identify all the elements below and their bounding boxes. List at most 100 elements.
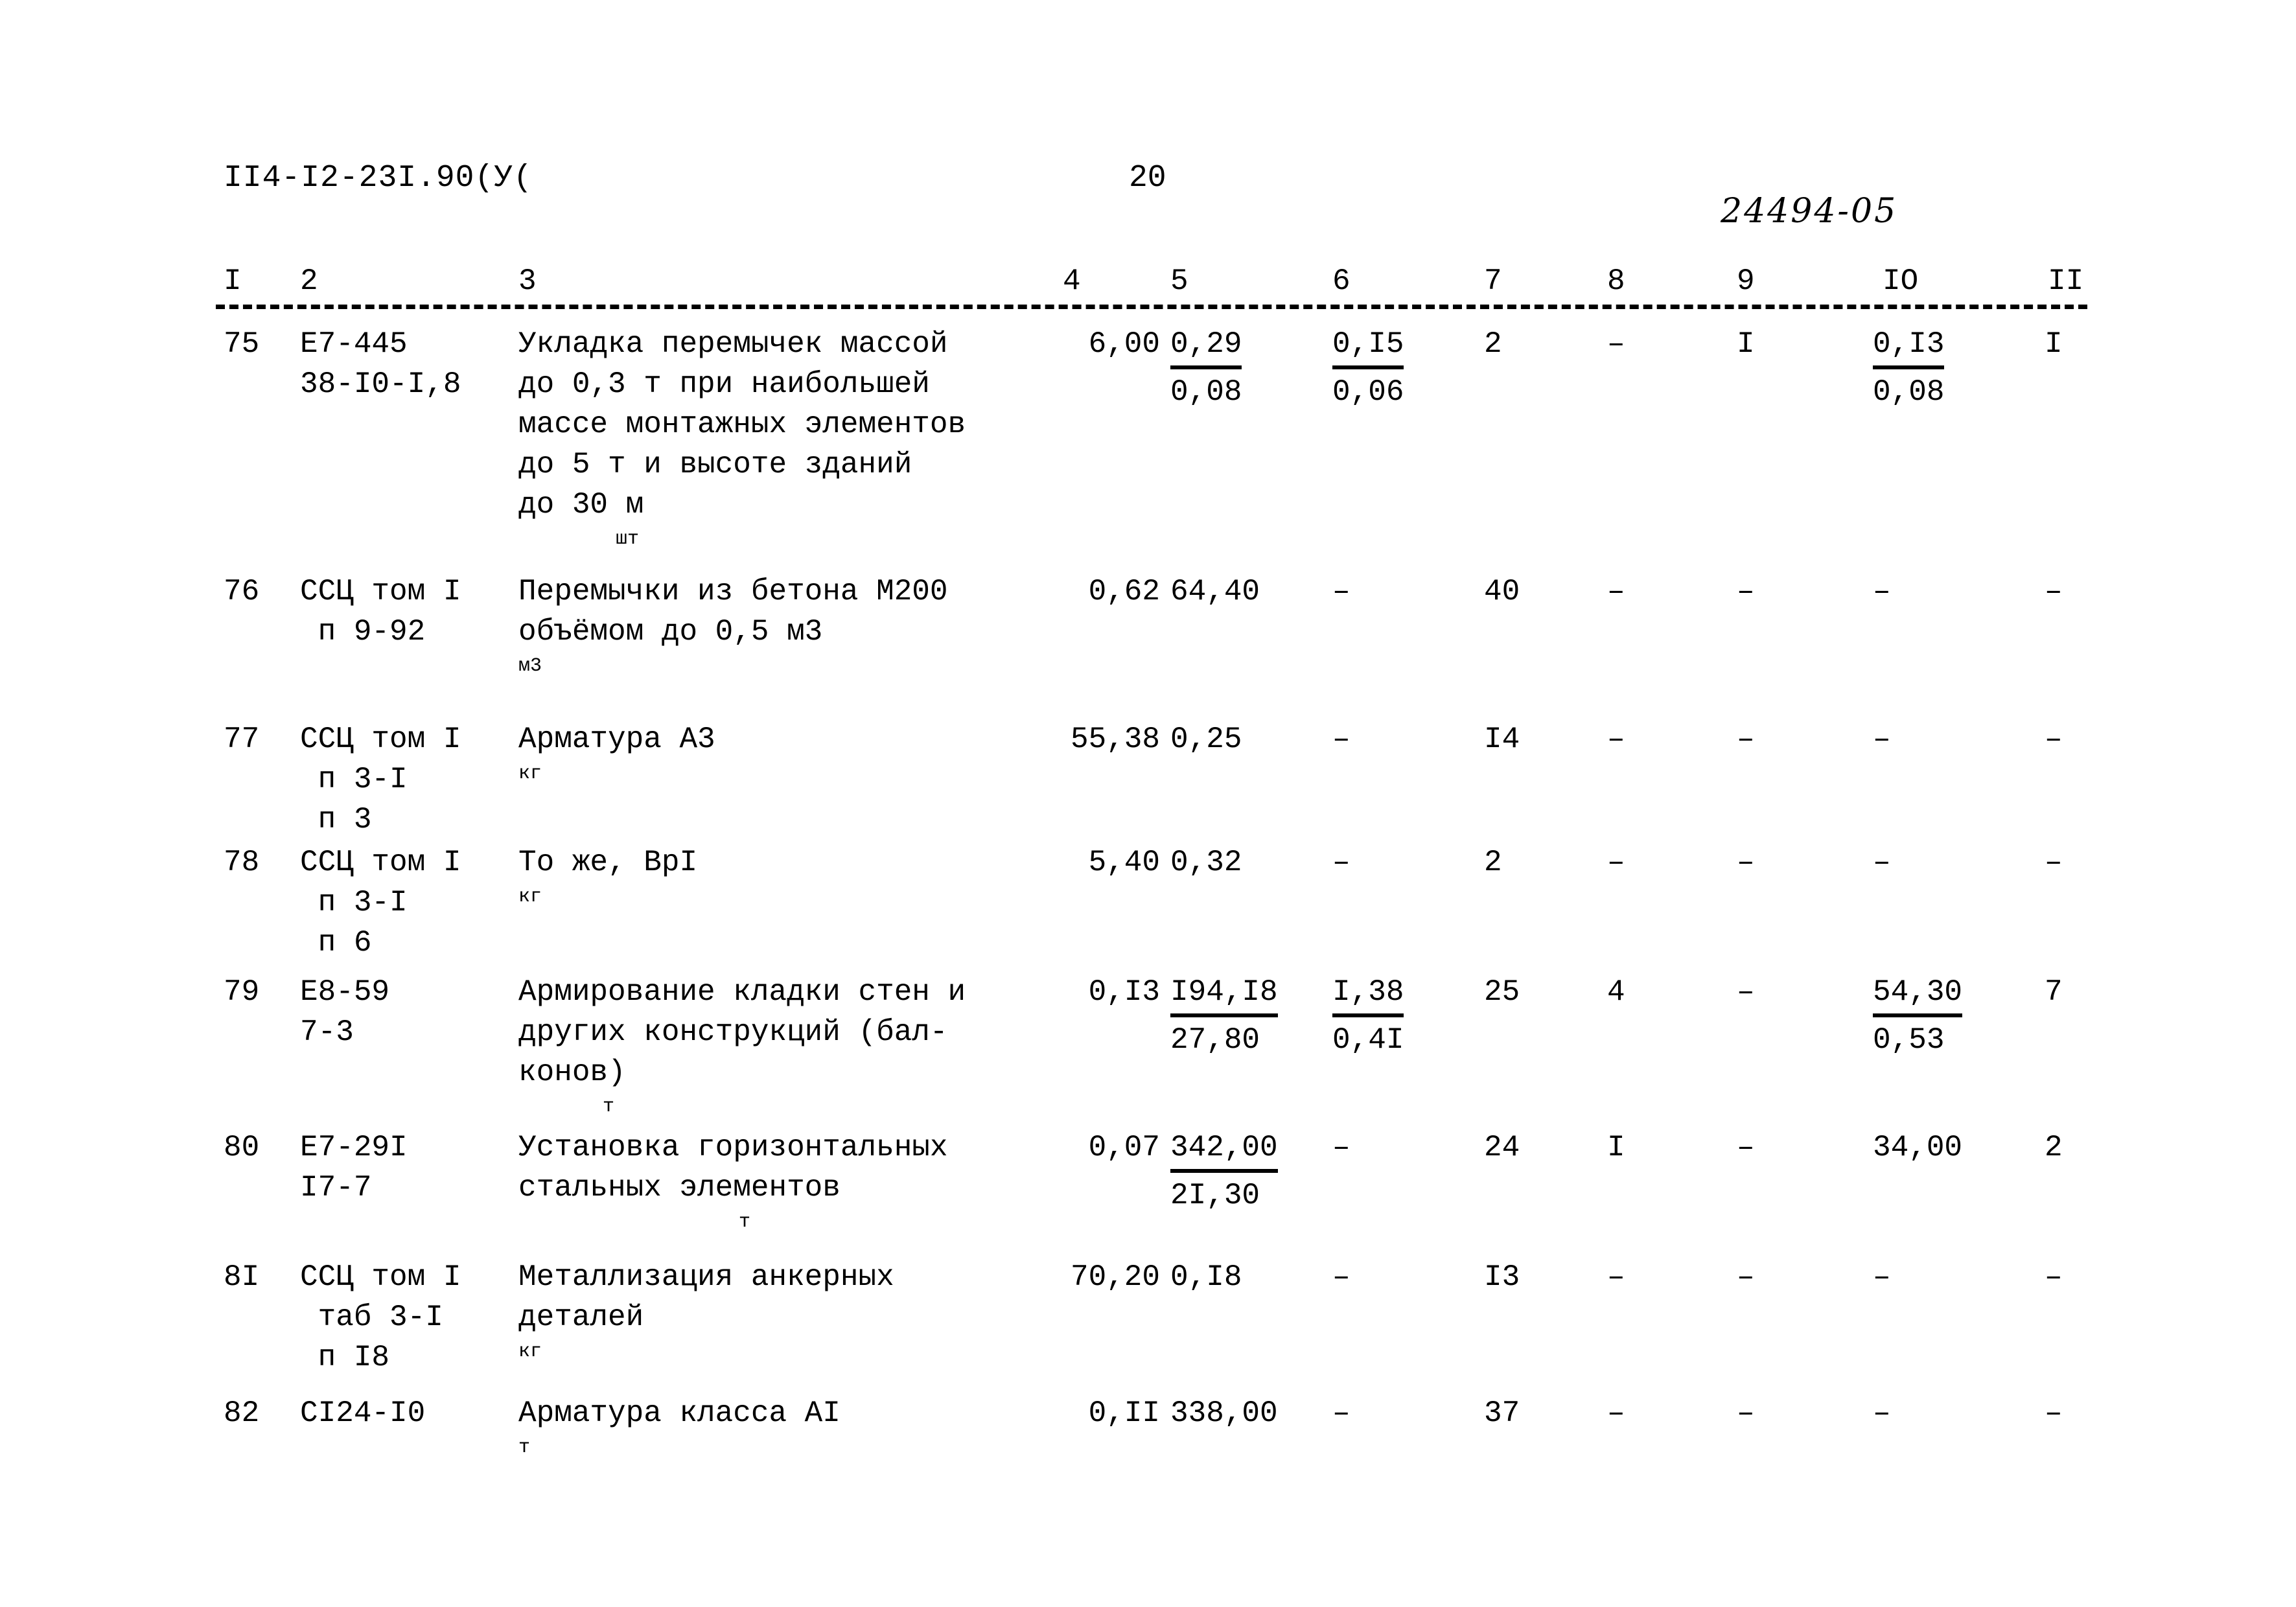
table-row: 77 ССЦ том I п 3-I п 3 Арматура А3 кг 55,38 0… [0,719,2296,837]
row-col4-value: 0,07 [1088,1131,1160,1164]
row-col9-value: – [1737,1396,1755,1430]
column-header-5: 5 [1170,264,1189,298]
row-col11-value: – [2045,1396,2063,1430]
row-number: 76 [224,575,260,608]
row-col8-value: 4 [1607,975,1625,1009]
row-unit: шт [616,528,640,550]
row-col10-value: – [1873,575,1891,608]
column-header-8: 8 [1607,264,1625,298]
row-col7-value: I3 [1484,1260,1520,1294]
column-header-7: 7 [1484,264,1502,298]
row-number: 80 [224,1131,260,1164]
row-number: 77 [224,723,260,756]
row-col4-value: 70,20 [1070,1260,1160,1294]
row-col6-value: – [1332,846,1351,879]
row-unit: м3 [518,655,542,677]
row-unit: кг [518,1341,542,1363]
row-col9-value: – [1737,723,1755,756]
row-description: Арматура А3 [518,723,715,756]
row-col9-value: – [1737,575,1755,608]
row-col6-value: – [1332,723,1351,756]
column-header-6: 6 [1332,264,1351,298]
row-code-reference: ССЦ том I таб 3-I п I8 [300,1260,461,1374]
row-col5-value: 0,32 [1170,846,1242,879]
row-col6-value: – [1332,575,1351,608]
row-col7-value: 2 [1484,327,1502,361]
row-code-reference: ССЦ том I п 9-92 [300,575,461,649]
row-code-reference: СI24-I0 [300,1396,426,1430]
row-col5-value: 342,00 2I,30 [1170,1127,1300,1216]
row-col9-value: – [1737,1260,1755,1294]
document-code: II4-I2-23I.90(У( [224,161,533,196]
row-col7-value: 37 [1484,1396,1520,1430]
row-col5-value: 64,40 [1170,575,1260,608]
table-row: 79 Е8-59 7-3 Армирование кладки стен и дру… [0,972,2296,1118]
row-col5-value: 0,25 [1170,723,1242,756]
row-number: 82 [224,1396,260,1430]
column-header-3: 3 [518,264,537,298]
row-col11-value: 7 [2045,975,2063,1009]
row-col8-value: – [1607,846,1625,879]
archive-code: 24494-05 [1721,192,1898,231]
row-description: То же, ВрI [518,846,698,879]
row-col9-value: – [1737,975,1755,1009]
row-description: Укладка перемычек массой до 0,3 т при на… [518,327,966,522]
row-col11-value: – [2045,1260,2063,1294]
column-header-11: II [2048,264,2084,298]
row-col8-value: – [1607,1396,1625,1430]
row-col6-value: – [1332,1260,1351,1294]
row-col10-value: – [1873,1396,1891,1430]
table-row: 8I ССЦ том I таб 3-I п I8 Металлизация анк… [0,1257,2296,1374]
row-col8-value: I [1607,1131,1625,1164]
row-col5-value: 0,29 0,08 [1170,324,1300,412]
row-col6-value: 0,I5 0,06 [1332,324,1449,412]
row-col9-value: – [1737,1131,1755,1164]
row-col7-value: I4 [1484,723,1520,756]
column-header-4: 4 [1063,264,1081,298]
row-code-reference: Е7-29I I7-7 [300,1131,408,1205]
row-col5-value: 0,I8 [1170,1260,1242,1294]
row-description: Установка горизонтальных стальных элемен… [518,1131,948,1205]
row-description: Перемычки из бетона М200 объёмом до 0,5 … [518,575,948,649]
row-col4-value: 6,00 [1088,327,1160,361]
row-col8-value: – [1607,327,1625,361]
row-number: 75 [224,327,260,361]
row-col8-value: – [1607,723,1625,756]
row-number: 79 [224,975,260,1009]
table-row: 78 ССЦ том I п 3-I п 6 То же, ВрI кг 5,40 0,3… [0,842,2296,960]
row-code-reference: ССЦ том I п 3-I п 6 [300,846,461,960]
row-col4-value: 0,62 [1088,575,1160,608]
row-col9-value: – [1737,846,1755,879]
row-col7-value: 24 [1484,1131,1520,1164]
page-number: 20 [1129,161,1166,196]
page-header: II4-I2-23I.90(У( 20 24494-05 [0,161,2296,231]
row-description: Металлизация анкерных деталей [518,1260,894,1334]
header-separator-rule [216,305,2087,309]
row-col5-value: I94,I8 27,80 [1170,972,1300,1060]
row-col7-value: 2 [1484,846,1502,879]
row-description: Армирование кладки стен и других констру… [518,975,966,1089]
document-page: II4-I2-23I.90(У( 20 24494-05 I 2 3 4 5 6 7 8 9 IO… [0,0,2296,1607]
row-col10-value: – [1873,1260,1891,1294]
column-header-2: 2 [300,264,318,298]
row-col10-value: 34,00 [1873,1131,1963,1164]
row-col6-value: – [1332,1396,1351,1430]
table-row: 82 СI24-I0 Арматура класса АI т 0,II 338,00 – 3… [0,1393,2296,1459]
row-code-reference: Е8-59 7-3 [300,975,390,1049]
column-header-10: IO [1883,264,1919,298]
row-code-reference: ССЦ том I п 3-I п 3 [300,723,461,837]
row-unit: кг [518,886,542,908]
row-unit: т [518,1437,531,1459]
row-code-reference: Е7-445 38-I0-I,8 [300,327,461,401]
table-row: 80 Е7-29I I7-7 Установка горизонтальных ст… [0,1127,2296,1233]
row-col4-value: 0,I3 [1088,975,1160,1009]
row-col4-value: 0,II [1088,1396,1160,1430]
row-col10-value: 54,30 0,53 [1873,972,2002,1060]
row-unit: т [603,1096,615,1118]
row-col10-value: – [1873,846,1891,879]
row-col8-value: – [1607,1260,1625,1294]
row-col10-value: 0,I3 0,08 [1873,324,2002,412]
row-number: 8I [224,1260,260,1294]
row-col4-value: 5,40 [1088,846,1160,879]
row-col9-value: I [1737,327,1755,361]
